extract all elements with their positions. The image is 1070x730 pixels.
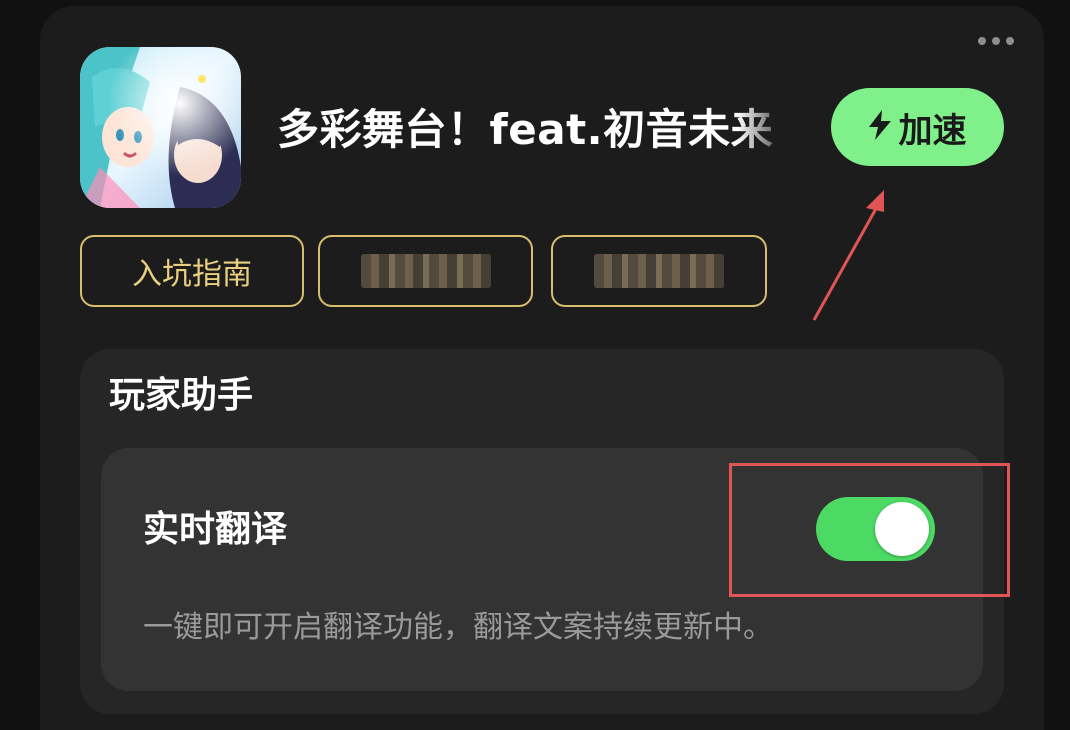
more-options-icon[interactable] xyxy=(978,37,1014,45)
game-title: 多彩舞台！feat.初音未来（ xyxy=(277,105,797,154)
blurred-label xyxy=(360,254,491,288)
lightning-icon xyxy=(868,110,891,144)
speed-up-label: 加速 xyxy=(898,110,967,151)
feature-description: 一键即可开启翻译功能，翻译文案持续更新中。 xyxy=(143,610,773,645)
title-fade-overlay xyxy=(737,96,817,164)
chip-blurred-1[interactable] xyxy=(318,235,533,307)
feature-title: 实时翻译 xyxy=(143,509,288,550)
chip-guide[interactable]: 入坑指南 xyxy=(80,235,304,307)
speed-up-button[interactable]: 加速 xyxy=(831,88,1004,166)
chip-guide-label: 入坑指南 xyxy=(132,257,252,292)
feature-card xyxy=(101,448,983,691)
toggle-knob xyxy=(875,502,929,556)
game-app-icon[interactable] xyxy=(80,47,241,208)
game-artwork-image xyxy=(80,47,241,208)
chip-blurred-2[interactable] xyxy=(551,235,767,307)
section-title: 玩家助手 xyxy=(109,375,254,416)
screen: 多彩舞台！feat.初音未来（ 加速 入坑指南 玩家助手 实时翻译 一键即可开启… xyxy=(0,0,1070,730)
blurred-label xyxy=(594,254,724,288)
realtime-translation-toggle[interactable] xyxy=(816,497,935,561)
